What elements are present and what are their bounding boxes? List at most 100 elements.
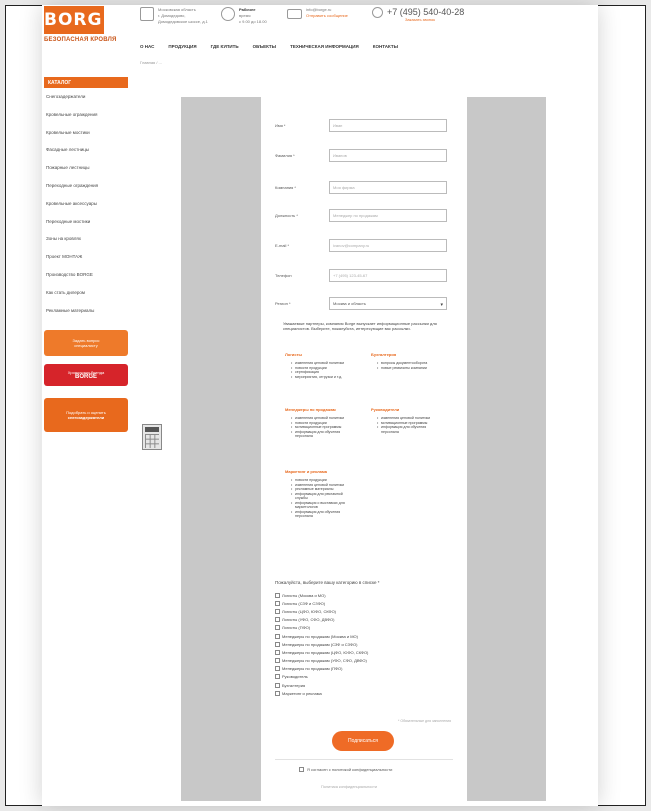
- checkbox-label: Менеджеры по продажам (УФО, СФО, ДВФО): [282, 658, 367, 664]
- catalog-item[interactable]: Кровельные ограждения: [44, 106, 128, 124]
- category-checkbox-row[interactable]: Логисты (Москва и МО): [275, 591, 368, 599]
- form-row: Должность * Менеджер по продажам: [275, 207, 453, 223]
- group-bullets: изменения ценовой политикиновости продук…: [291, 361, 351, 379]
- send-message-link[interactable]: Отправить сообщение: [306, 13, 348, 19]
- text-input[interactable]: Моя фирма: [329, 180, 447, 194]
- category-checkbox-row[interactable]: Логисты (ПФО): [275, 624, 368, 632]
- brand-logo[interactable]: BORGE БЕЗОПАСНАЯ КРОВЛЯ: [44, 6, 117, 48]
- catalog-item[interactable]: Фасадные лестницы: [44, 141, 128, 159]
- bullet-item: информация о выставках для маркетологов: [291, 501, 351, 510]
- address-line: Домодедовское шоссе, д.1: [158, 19, 208, 24]
- region-value: Москва и область: [333, 300, 366, 306]
- catalog-item[interactable]: Зоны на кровлях: [44, 230, 128, 248]
- nav-tech-info[interactable]: ТЕХНИЧЕСКАЯ ИНФОРМАЦИЯ: [290, 44, 359, 49]
- callback-link[interactable]: Заказать звонок: [405, 17, 464, 23]
- category-checkbox-row[interactable]: Бухгалтерия: [275, 681, 368, 689]
- nav-products[interactable]: ПРОДУКЦИЯ: [168, 44, 196, 49]
- brand-history-button[interactable]: Хронология бренда BORGE: [44, 364, 128, 386]
- checkbox[interactable]: [275, 592, 280, 598]
- calculator-icon: [142, 424, 162, 450]
- checkbox[interactable]: [275, 617, 280, 623]
- subscribe-button[interactable]: Подписаться: [332, 731, 394, 751]
- required-note: * Обязательные для заполнения: [398, 719, 451, 723]
- header-address: Московская область г. Домодедово, Домоде…: [140, 7, 208, 25]
- text-input[interactable]: Иван: [329, 118, 447, 132]
- form-row: Телефон +7 (495) 123-45-67: [275, 267, 453, 283]
- privacy-policy-link[interactable]: Политика конфиденциальности: [321, 785, 377, 789]
- logo-mark: BORGE: [44, 6, 114, 34]
- checkbox[interactable]: [275, 633, 280, 639]
- category-checkbox-row[interactable]: Логисты (ЦФО, ЮФО, СКФО): [275, 607, 368, 615]
- promo-line: специалисту: [74, 343, 98, 348]
- logo-subtitle: БЕЗОПАСНАЯ КРОВЛЯ: [44, 37, 117, 43]
- newsletter-note: Уважаемые партнеры, компания Borge выпус…: [283, 321, 437, 331]
- nav-about[interactable]: О НАС: [140, 44, 154, 49]
- checkbox-label: Бухгалтерия: [282, 682, 306, 688]
- form-row: Компания * Моя фирма: [275, 179, 453, 195]
- category-checkbox-row[interactable]: Руководитель: [275, 673, 368, 681]
- agree-row[interactable]: Я согласен с политикой конфиденциальност…: [299, 767, 392, 772]
- field-label: Компания *: [275, 184, 296, 190]
- checkbox[interactable]: [275, 608, 280, 614]
- category-checkbox-row[interactable]: Менеджеры по продажам (УФО, СФО, ДВФО): [275, 657, 368, 665]
- catalog-item[interactable]: Кровельные аксессуары: [44, 195, 128, 213]
- checkbox[interactable]: [275, 658, 280, 664]
- calculator-button[interactable]: Подобрать и оценить снегозадержатели: [44, 398, 128, 432]
- text-input[interactable]: +7 (495) 123-45-67: [329, 268, 447, 282]
- catalog-item[interactable]: Переходные мостики: [44, 213, 128, 231]
- category-checkbox-row[interactable]: Менеджеры по продажам (СЗФ и СЗФО): [275, 640, 368, 648]
- category-checkbox-row[interactable]: Менеджеры по продажам (ЦФО, ЮФО, СКФО): [275, 648, 368, 656]
- checkbox-label: Менеджеры по продажам (Москва и МО): [282, 633, 358, 639]
- checkbox[interactable]: [275, 674, 280, 680]
- text-input[interactable]: Менеджер по продажам: [329, 208, 447, 222]
- category-checkbox-row[interactable]: Менеджеры по продажам (ПФО): [275, 665, 368, 673]
- hours-line: с 9.00 до 18.00: [239, 19, 267, 24]
- group-title: Руководители: [371, 407, 400, 412]
- catalog-item[interactable]: Как стать дилером: [44, 284, 128, 302]
- catalog-item[interactable]: Снегозадержатели: [44, 88, 128, 106]
- checkbox-label: Маркетинг и реклама: [282, 690, 322, 696]
- agree-checkbox[interactable]: [299, 767, 304, 772]
- catalog-item[interactable]: Кровельные мостики: [44, 124, 128, 142]
- nav-contacts[interactable]: КОНТАКТЫ: [373, 44, 398, 49]
- checkbox-label: Логисты (УФО, СФО, ДВФО): [282, 617, 335, 623]
- category-checkbox-row[interactable]: Логисты (УФО, СФО, ДВФО): [275, 616, 368, 624]
- form-row: Фамилия * Иванов: [275, 147, 453, 163]
- nav-where-to-buy[interactable]: ГДЕ КУПИТЬ: [211, 44, 239, 49]
- checkbox[interactable]: [275, 666, 280, 672]
- text-input[interactable]: ivanov@company.ru: [329, 238, 447, 252]
- subscription-form: Имя * Иван Фамилия * Иванов Компания * Моя фи…: [261, 97, 467, 801]
- group-bullets: вопросы документооборотановые реквизиты …: [377, 361, 437, 370]
- checkbox[interactable]: [275, 641, 280, 647]
- nav-objects[interactable]: ОБЪЕКТЫ: [253, 44, 277, 49]
- field-label: Должность *: [275, 212, 298, 218]
- form-row: E-mail * ivanov@company.ru: [275, 237, 453, 253]
- category-checkbox-row[interactable]: Менеджеры по продажам (Москва и МО): [275, 632, 368, 640]
- text-input[interactable]: Иванов: [329, 148, 447, 162]
- phone-number[interactable]: +7 (495) 540-40-28: [387, 7, 464, 17]
- checkbox-label: Логисты (СЗФ и СЗФО): [282, 600, 326, 606]
- checkbox[interactable]: [275, 682, 280, 688]
- bullet-item: информация для рекламной службы: [291, 492, 351, 501]
- checkbox[interactable]: [275, 649, 280, 655]
- catalog-item[interactable]: Рекламные материалы: [44, 302, 128, 320]
- catalog-item[interactable]: Пожарные лестницы: [44, 159, 128, 177]
- catalog-item[interactable]: Переходные ограждения: [44, 177, 128, 195]
- catalog-item[interactable]: Производство BORGE: [44, 266, 128, 284]
- region-select[interactable]: Москва и область ▾: [329, 296, 447, 310]
- header-phone: +7 (495) 540-40-28 Заказать звонок: [372, 7, 464, 23]
- header-email: info@borge.ru Отправить сообщение: [287, 7, 348, 19]
- region-label: Регион *: [275, 300, 291, 306]
- ask-specialist-button[interactable]: Задать вопрос специалисту: [44, 330, 128, 356]
- group-title: Менеджеры по продажам: [285, 407, 336, 412]
- catalog-item[interactable]: Проект МОНТАЖ: [44, 248, 128, 266]
- breadcrumb[interactable]: Главная / ...: [140, 60, 162, 65]
- category-checkbox-row[interactable]: Маркетинг и реклама: [275, 689, 368, 697]
- category-checkbox-row[interactable]: Логисты (СЗФ и СЗФО): [275, 599, 368, 607]
- checkbox[interactable]: [275, 625, 280, 631]
- checkbox-label: Менеджеры по продажам (СЗФ и СЗФО): [282, 641, 358, 647]
- category-question: Пожалуйста, выберите вашу категорию в сп…: [275, 580, 380, 585]
- checkbox[interactable]: [275, 690, 280, 696]
- bullet-item: мероприятия, отгрузки и т.д.: [291, 375, 351, 380]
- checkbox[interactable]: [275, 600, 280, 606]
